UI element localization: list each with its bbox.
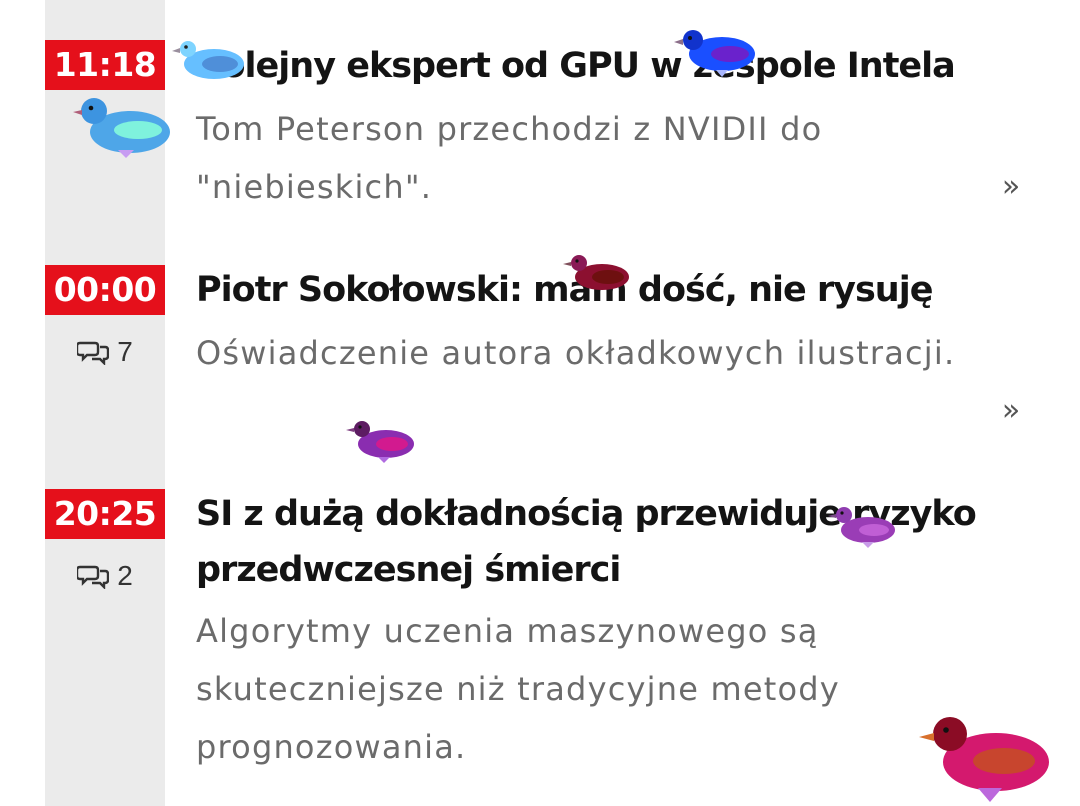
- time-badge: 20:25: [45, 489, 165, 539]
- news-feed-page: 11:18 Kolejny ekspert od GPU w zespole I…: [0, 0, 1080, 806]
- article-lead: Algorytmy uczenia maszynowego są skutecz…: [196, 612, 840, 766]
- comments-count-link[interactable]: 7: [45, 334, 165, 370]
- article-lead: Oświadczenie autora okładkowych ilustrac…: [196, 334, 956, 372]
- speech-bubbles-icon: [77, 563, 110, 589]
- time-badge: 11:18: [45, 40, 165, 90]
- comments-count: 2: [117, 560, 133, 591]
- comments-count-link[interactable]: 2: [45, 558, 165, 594]
- headline-link[interactable]: Piotr Sokołowski: mam dość, nie rysuję: [196, 262, 1026, 318]
- speech-bubbles-icon: [77, 339, 110, 365]
- article-lead: Tom Peterson przechodzi z NVIDII do "nie…: [196, 110, 823, 206]
- timeline-rail: [45, 0, 165, 806]
- headline-link[interactable]: Kolejny ekspert od GPU w zespole Intela: [196, 38, 1026, 94]
- time-badge: 00:00: [45, 265, 165, 315]
- read-more-link[interactable]: »: [998, 391, 1024, 431]
- comments-count: 7: [117, 336, 133, 367]
- headline-link[interactable]: SI z dużą dokładnością przewiduje ryzyko…: [196, 486, 1026, 598]
- purple-bird-icon: [346, 421, 414, 463]
- read-more-link[interactable]: »: [998, 167, 1024, 207]
